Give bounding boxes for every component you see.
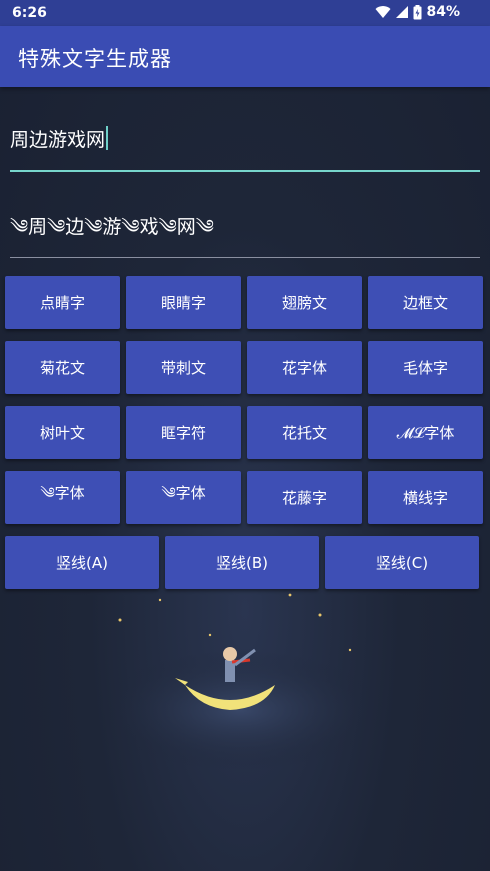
button-row: 点睛字 眼睛字 翅膀文 边框文 — [5, 276, 485, 329]
style-button[interactable]: 横线字 — [368, 471, 483, 524]
battery-percent: 84% — [426, 4, 460, 20]
input-underline — [10, 170, 480, 172]
wifi-icon — [375, 5, 391, 19]
style-button[interactable]: 树叶文 — [5, 406, 120, 459]
style-button[interactable]: ༄字体 — [126, 471, 241, 524]
style-button[interactable]: ༄字体 — [5, 471, 120, 524]
button-row: 树叶文 眶字符 花托文 𝓜𝓛字体 — [5, 406, 485, 459]
button-row: 竖线(A) 竖线(B) 竖线(C) — [5, 536, 485, 589]
style-button[interactable]: 带刺文 — [126, 341, 241, 394]
generated-output-text[interactable]: ༄周༄边༄游༄戏༄网༄ — [10, 205, 480, 245]
status-icons: 84% — [375, 4, 460, 20]
style-button[interactable]: 花藤字 — [247, 471, 362, 524]
style-button[interactable]: 菊花文 — [5, 341, 120, 394]
style-button-grid: 点睛字 眼睛字 翅膀文 边框文 菊花文 带刺文 花字体 毛体字 树叶文 眶字符 … — [5, 276, 485, 601]
style-button[interactable]: 竖线(A) — [5, 536, 159, 589]
style-button[interactable]: 竖线(C) — [325, 536, 479, 589]
signal-icon — [395, 5, 409, 19]
button-row: 菊花文 带刺文 花字体 毛体字 — [5, 341, 485, 394]
style-button[interactable]: 边框文 — [368, 276, 483, 329]
button-row: ༄字体 ༄字体 花藤字 横线字 — [5, 471, 485, 524]
text-input-field[interactable]: 周边游戏网 — [10, 120, 480, 172]
app-bar: 特殊文字生成器 — [0, 26, 490, 87]
background-illustration — [100, 590, 400, 790]
style-button[interactable]: 花托文 — [247, 406, 362, 459]
style-button[interactable]: 点睛字 — [5, 276, 120, 329]
status-bar: 6:26 84% — [0, 0, 490, 26]
app-title: 特殊文字生成器 — [18, 47, 172, 71]
style-button[interactable]: 花字体 — [247, 341, 362, 394]
text-input-value[interactable]: 周边游戏网 — [10, 125, 109, 152]
style-button[interactable]: 毛体字 — [368, 341, 483, 394]
style-button[interactable]: 眶字符 — [126, 406, 241, 459]
style-button[interactable]: 𝓜𝓛字体 — [368, 406, 483, 459]
text-cursor — [106, 126, 109, 150]
status-time: 6:26 — [12, 5, 47, 21]
output-divider — [10, 257, 480, 258]
battery-icon — [413, 4, 422, 20]
style-button[interactable]: 眼睛字 — [126, 276, 241, 329]
style-button[interactable]: 竖线(B) — [165, 536, 319, 589]
style-button[interactable]: 翅膀文 — [247, 276, 362, 329]
